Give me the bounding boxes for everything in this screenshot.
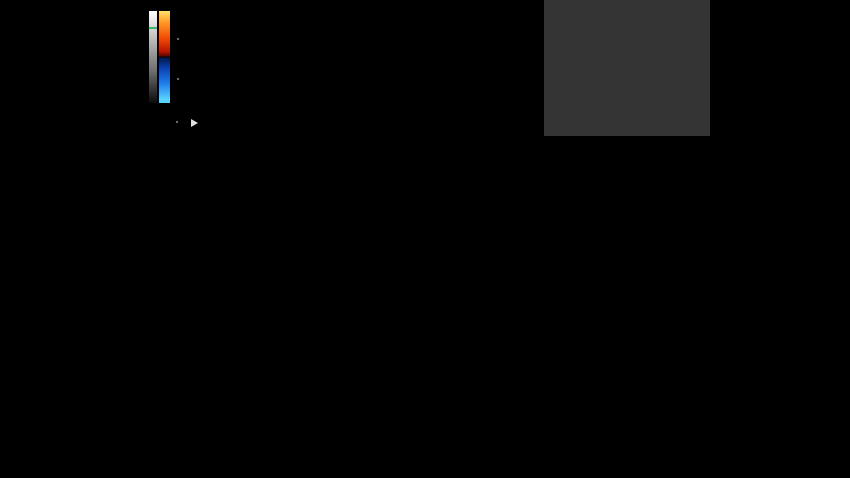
measurement-panel <box>544 0 710 136</box>
depth-marker-dot <box>177 78 179 80</box>
gray-bar-marker <box>149 27 157 29</box>
measurement-row <box>544 119 710 136</box>
spectral-doppler-waveform[interactable] <box>138 248 710 478</box>
measurement-row <box>544 0 710 17</box>
measurement-row <box>544 17 710 34</box>
depth-marker-dot <box>177 38 179 40</box>
measurement-row <box>544 51 710 68</box>
focus-pointer-icon <box>191 119 198 127</box>
measurement-row <box>544 85 710 102</box>
measurement-row <box>544 34 710 51</box>
pw-sample-gate[interactable] <box>534 40 558 90</box>
measurement-row <box>544 102 710 119</box>
depth-marker-dot <box>176 121 178 123</box>
ultrasound-screen <box>0 0 850 478</box>
measurement-row <box>544 68 710 85</box>
bmode-color-doppler-image[interactable] <box>183 0 542 244</box>
gray-scale-bar <box>149 11 157 103</box>
color-velocity-bar <box>159 11 170 103</box>
